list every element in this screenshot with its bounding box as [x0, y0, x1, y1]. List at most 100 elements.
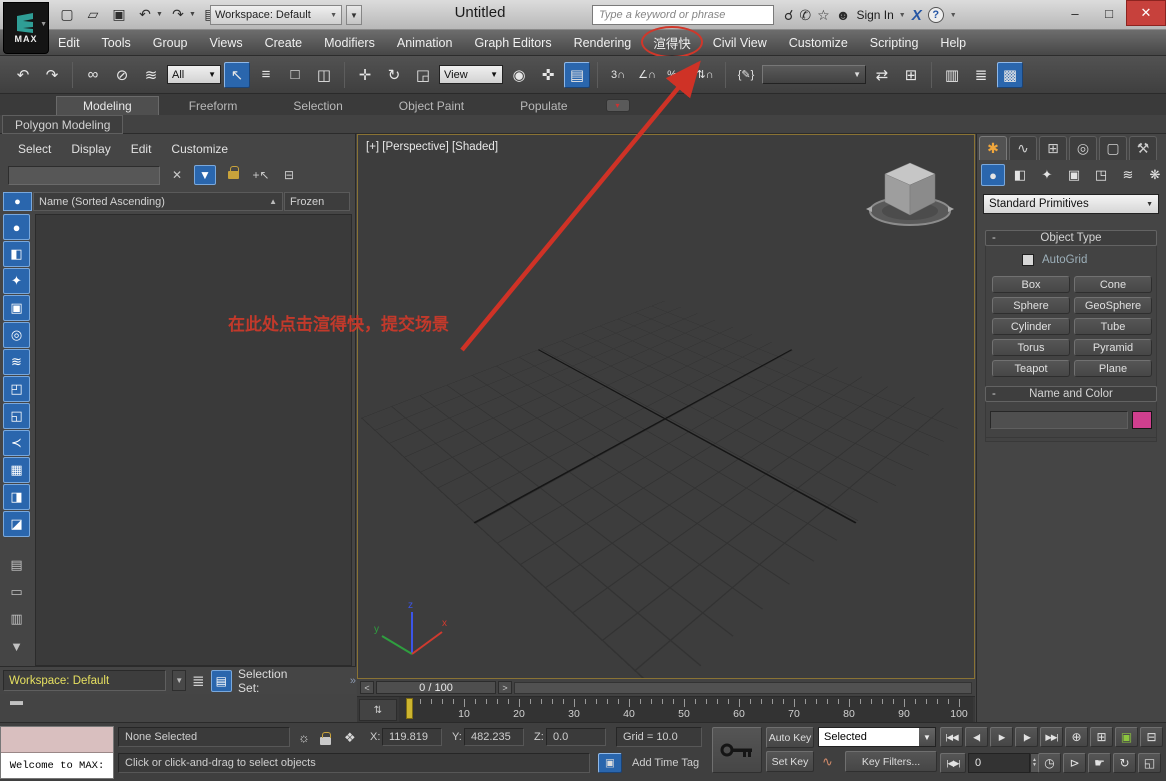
communication-center-icon[interactable]: ✆	[799, 7, 811, 24]
category-geometry[interactable]: ●	[981, 164, 1005, 186]
display-groups-icon[interactable]: ◰	[3, 376, 30, 402]
menu-animation[interactable]: Animation	[397, 36, 453, 50]
display-space-warps-icon[interactable]: ≋	[3, 349, 30, 375]
ribbon-minimize-button[interactable]: ▾	[606, 99, 630, 112]
chevron-down-icon[interactable]: ▼	[172, 670, 186, 691]
menu-help[interactable]: Help	[940, 36, 966, 50]
filter-funnel-icon[interactable]: ▼	[3, 633, 30, 659]
create-plane-button[interactable]: Plane	[1074, 360, 1152, 377]
isolate-selection-icon[interactable]: ▣	[598, 753, 622, 773]
prompt-bulb-icon[interactable]: ☼	[298, 730, 310, 745]
set-key-button[interactable]: Set Key	[766, 751, 814, 772]
layers-list-icon[interactable]: ▤	[3, 552, 30, 578]
select-object-icon[interactable]: ↖	[224, 62, 250, 88]
add-time-tag[interactable]: Add Time Tag	[632, 757, 699, 769]
save-file-icon[interactable]: ▣	[108, 3, 130, 25]
render-setup-icon[interactable]: ▩	[997, 62, 1023, 88]
selected-set-dropdown[interactable]: Selected ▼	[818, 727, 936, 747]
display-bones-icon[interactable]: ≺	[3, 430, 30, 456]
pick-parent-icon[interactable]: +↖	[250, 165, 272, 185]
reference-coordinate-dropdown[interactable]: View▼	[439, 65, 503, 84]
help-icon[interactable]: ?	[928, 7, 944, 23]
select-and-scale-icon[interactable]: ◲	[410, 62, 436, 88]
category-cameras[interactable]: ▣	[1062, 164, 1086, 186]
play-button[interactable]: ▶	[990, 727, 1013, 747]
menu-rendering[interactable]: Rendering	[574, 36, 632, 50]
chevron-down-icon[interactable]: ▼	[189, 11, 196, 18]
object-color-swatch[interactable]	[1132, 411, 1152, 429]
menu-tools[interactable]: Tools	[102, 36, 131, 50]
display-xrefs-icon[interactable]: ◱	[3, 403, 30, 429]
display-materials-icon[interactable]: ◨	[3, 484, 30, 510]
window-crossing-icon[interactable]: ◫	[311, 62, 337, 88]
ribbon-tab-object-paint[interactable]: Object Paint	[373, 97, 490, 115]
select-table-icon[interactable]: ⊟	[278, 165, 300, 185]
workspace-extra-dropdown[interactable]: ▼	[346, 5, 362, 25]
create-torus-button[interactable]: Torus	[992, 339, 1070, 356]
y-coordinate-field[interactable]: 482.235	[464, 728, 524, 746]
polygon-modeling-panel[interactable]: Polygon Modeling	[2, 115, 123, 134]
next-frame-arrow[interactable]: >	[498, 681, 512, 694]
keyboard-override-icon[interactable]: ▤	[564, 62, 590, 88]
user-icon[interactable]: ☻	[836, 7, 851, 23]
z-coordinate-field[interactable]: 0.0	[546, 728, 606, 746]
mirror-icon[interactable]: ⇄	[869, 62, 895, 88]
layer-manager-icon[interactable]: ≣	[968, 62, 994, 88]
search-input[interactable]	[592, 5, 774, 25]
zoom-extents-all-icon[interactable]: ⊟	[1140, 727, 1163, 747]
more-chevron[interactable]: »	[350, 675, 356, 687]
sets-list-icon[interactable]: ▥	[3, 606, 30, 632]
category-lights[interactable]: ✦	[1035, 164, 1059, 186]
selection-lock-icon[interactable]	[320, 733, 331, 748]
x-coordinate-field[interactable]: 119.819	[382, 728, 442, 746]
undo-icon[interactable]: ↶	[10, 62, 36, 88]
max-logo-button[interactable]: MAX ▼	[3, 2, 49, 54]
minimize-button[interactable]: –	[1058, 0, 1092, 26]
tab-display[interactable]: ▢	[1099, 136, 1127, 160]
create-cone-button[interactable]: Cone	[1074, 276, 1152, 293]
create-key-button[interactable]	[712, 727, 762, 773]
ribbon-tab-populate[interactable]: Populate	[494, 97, 593, 115]
toolbars-list-icon[interactable]: ▥	[939, 62, 965, 88]
explorer-search-input[interactable]	[8, 166, 160, 185]
category-shapes[interactable]: ◧	[1008, 164, 1032, 186]
exchange-store-icon[interactable]: X	[912, 7, 922, 24]
timeline-ruler[interactable]: 0102030405060708090100	[399, 697, 973, 723]
time-configuration-icon[interactable]: ◷	[1038, 753, 1061, 773]
select-by-name-icon[interactable]: ≡	[253, 62, 279, 88]
menu-create[interactable]: Create	[265, 36, 303, 50]
pan-hand-icon[interactable]: ☛	[1088, 753, 1111, 773]
filter-icon[interactable]: ▼	[194, 165, 216, 185]
unlink-selection-icon[interactable]: ⊘	[109, 62, 135, 88]
object-name-field[interactable]	[990, 411, 1128, 429]
create-cylinder-button[interactable]: Cylinder	[992, 318, 1070, 335]
select-and-rotate-icon[interactable]: ↻	[381, 62, 407, 88]
undo-icon[interactable]: ↶	[134, 3, 156, 25]
key-filters-curve-icon[interactable]: ∿	[822, 754, 833, 770]
explorer-menu-edit[interactable]: Edit	[131, 142, 152, 156]
explorer-menu-customize[interactable]: Customize	[171, 142, 228, 156]
welcome-mini-window[interactable]: Welcome to MAX:	[0, 726, 114, 779]
auto-key-button[interactable]: Auto Key	[766, 727, 814, 748]
rectangular-selection-icon[interactable]: □	[282, 62, 308, 88]
menu-modifiers[interactable]: Modifiers	[324, 36, 375, 50]
tab-hierarchy[interactable]: ⊞	[1039, 136, 1067, 160]
primitive-category-dropdown[interactable]: Standard Primitives ▼	[983, 194, 1159, 214]
ribbon-tab-modeling[interactable]: Modeling	[56, 96, 159, 115]
workspace-dropdown[interactable]: Workspace: Default ▼	[210, 5, 342, 25]
selection-filter-dropdown[interactable]: All▼	[167, 65, 221, 84]
time-slider-track[interactable]	[514, 682, 972, 694]
layers-icon[interactable]: ≣	[192, 672, 205, 690]
autogrid-checkbox[interactable]	[1022, 254, 1034, 266]
arc-rotate-icon[interactable]: ↻	[1113, 753, 1136, 773]
menu-scripting[interactable]: Scripting	[870, 36, 919, 50]
category-space-warps[interactable]: ≋	[1116, 164, 1140, 186]
blank-column-icon[interactable]: ▭	[3, 579, 30, 605]
display-helpers-icon[interactable]: ◎	[3, 322, 30, 348]
trackbar-toggle-icon[interactable]: ⇅	[359, 699, 397, 721]
time-slider-value[interactable]: 0 / 100	[376, 681, 496, 694]
maximize-viewport-icon[interactable]: ◱	[1138, 753, 1161, 773]
zoom-mode-icon[interactable]: ⊕	[1065, 727, 1088, 747]
explorer-menu-display[interactable]: Display	[71, 142, 110, 156]
lock-explorer-icon[interactable]	[222, 165, 244, 185]
